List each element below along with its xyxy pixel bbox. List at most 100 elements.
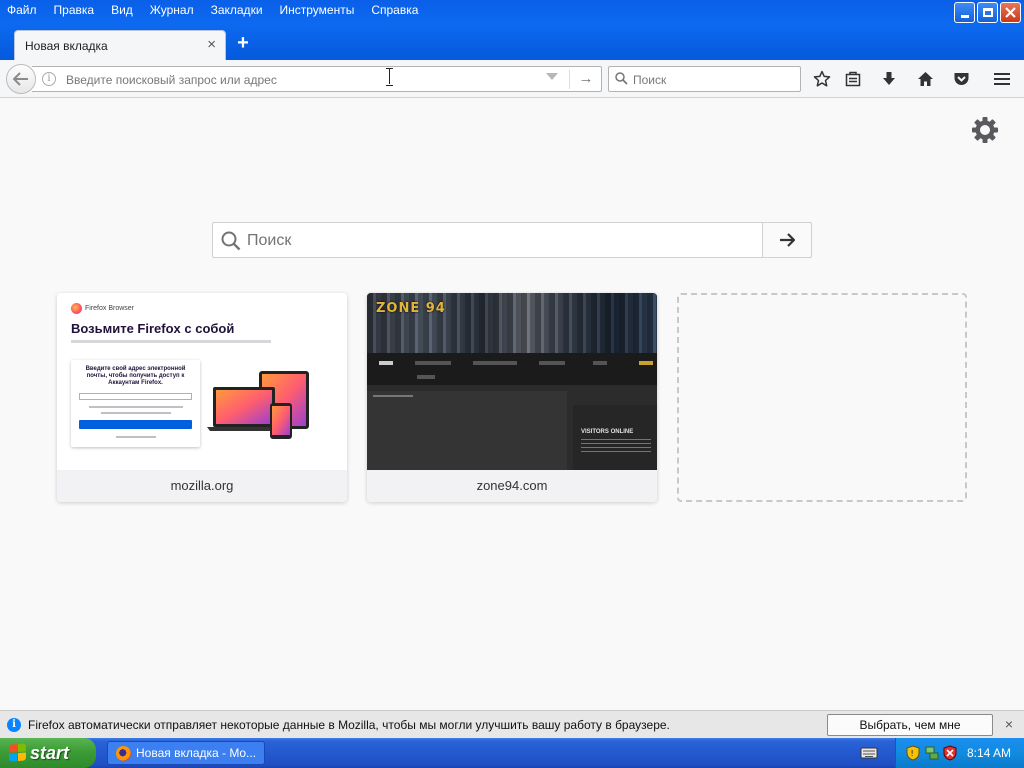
security-alert-icon[interactable] [943,745,957,761]
newtab-search-input[interactable] [247,231,747,251]
tab-strip: Новая вкладка × + [0,26,1024,60]
menu-bar: Файл Правка Вид Журнал Закладки Инструме… [0,0,428,22]
new-tab-button[interactable]: + [233,32,253,54]
url-bar[interactable]: i → [32,66,602,92]
pocket-button[interactable] [950,68,972,90]
tile-thumbnail: ZONE 94 VISITORS ONLINE [367,293,657,470]
start-label: start [30,742,70,763]
menu-tools[interactable]: Инструменты [273,0,355,22]
gear-icon [972,117,998,143]
tab-new-tab[interactable]: Новая вкладка × [14,30,226,60]
thumb-main-area [367,391,567,470]
open-menu-button[interactable] [991,68,1013,90]
close-window-button[interactable] [1000,2,1021,23]
back-button[interactable] [6,64,36,94]
keyboard-icon[interactable] [860,745,878,760]
search-bar[interactable] [608,66,801,92]
go-arrow-icon[interactable]: → [574,68,598,90]
thumb-card-line [89,406,183,408]
tile-label: zone94.com [367,470,657,502]
menu-history[interactable]: Журнал [143,0,194,22]
bookmark-star-button[interactable] [811,68,833,90]
url-input[interactable] [66,71,536,89]
thumb-nav-item [539,361,565,365]
window-top: Файл Правка Вид Журнал Закладки Инструме… [0,0,1024,60]
reading-list-button[interactable] [842,68,864,90]
restore-icon [982,8,993,17]
firefox-brand: Firefox Browser [71,303,134,314]
windows-logo-icon [9,743,27,762]
thumb-heading: Возьмите Firefox с собой [71,321,235,336]
thumb-logo: ZONE 94 [376,301,446,316]
thumb-nav-item [473,361,517,365]
security-shield-icon[interactable]: ! [906,745,920,761]
search-input[interactable] [633,71,793,89]
newtab-settings-button[interactable] [968,113,1002,147]
thumb-nav [367,353,657,385]
go-arrow-icon [780,233,795,247]
start-button[interactable]: start [0,738,96,768]
thumb-nav-item [415,361,451,365]
back-arrow-icon [13,72,28,86]
downloads-button[interactable] [878,68,900,90]
taskbar-item-label: Новая вкладка - Mo... [136,746,257,760]
menu-help[interactable]: Справка [364,0,418,22]
download-icon [883,72,895,85]
home-button[interactable] [914,68,936,90]
star-icon [813,70,831,87]
thumb-nav-item [417,375,435,379]
notification-bar: i Firefox автоматически отправляет некот… [0,710,1024,752]
newtab-search-field[interactable] [212,222,763,258]
top-site-tile[interactable]: Firefox Browser Возьмите Firefox с собой… [57,293,347,502]
menu-edit[interactable]: Правка [47,0,95,22]
firefox-icon [116,746,131,761]
menu-bookmarks[interactable]: Закладки [204,0,263,22]
newtab-search [212,222,812,258]
brand-text: Firefox Browser [85,305,135,312]
menu-file[interactable]: Файл [0,0,37,22]
thumb-nav-item [639,361,653,365]
network-icon[interactable] [924,745,940,761]
url-divider [569,70,570,89]
newtab-search-submit-button[interactable] [762,222,812,258]
text-cursor-icon [386,68,393,86]
thumb-nav-item [593,361,607,365]
tab-close-icon[interactable]: × [207,37,216,53]
home-icon [917,72,933,86]
restore-button[interactable] [977,2,998,23]
minimize-button[interactable] [954,2,975,23]
thumb-sidebar-text [581,439,651,453]
empty-tile-placeholder [677,293,967,502]
devices-illustration [207,371,309,439]
new-tab-page: Firefox Browser Возьмите Firefox с собой… [0,99,1024,710]
thumb-card-line [101,412,171,414]
tile-thumbnail: Firefox Browser Возьмите Firefox с собой… [57,293,347,470]
taskbar-item-firefox[interactable]: Новая вкладка - Mo... [107,741,265,765]
info-icon[interactable]: i [42,72,56,86]
search-icon [615,72,628,85]
firefox-logo-icon [71,303,82,314]
choose-data-button[interactable]: Выбрать, чем мне поделиться [827,714,993,752]
close-icon [1005,7,1016,18]
menu-view[interactable]: Вид [104,0,133,22]
thumb-breadcrumb [373,395,413,397]
hamburger-menu-icon [994,73,1010,85]
notification-text: Firefox автоматически отправляет некотор… [28,718,670,732]
navigation-toolbar: i → [0,60,1024,98]
taskbar: start Новая вкладка - Mo... ! 8:14 AM [0,738,1024,768]
top-site-tile[interactable]: ZONE 94 VISITORS ONLINE zone94.com [367,293,657,502]
window-controls [954,2,1021,23]
thumb-sidebar [573,405,657,470]
tile-label: mozilla.org [57,470,347,502]
tab-title: Новая вкладка [25,39,108,53]
reading-list-icon [845,71,861,87]
thumb-card-text: Введите свой адрес электронной почты, чт… [85,366,186,386]
thumb-nav-item [379,361,393,365]
dropmarker-icon[interactable] [546,73,558,80]
info-icon: i [7,718,21,732]
close-icon[interactable]: × [1001,715,1017,733]
thumb-card-button [79,420,192,429]
minimize-icon [960,15,969,18]
svg-text:!: ! [911,749,914,758]
thumb-card-footer [116,436,156,438]
